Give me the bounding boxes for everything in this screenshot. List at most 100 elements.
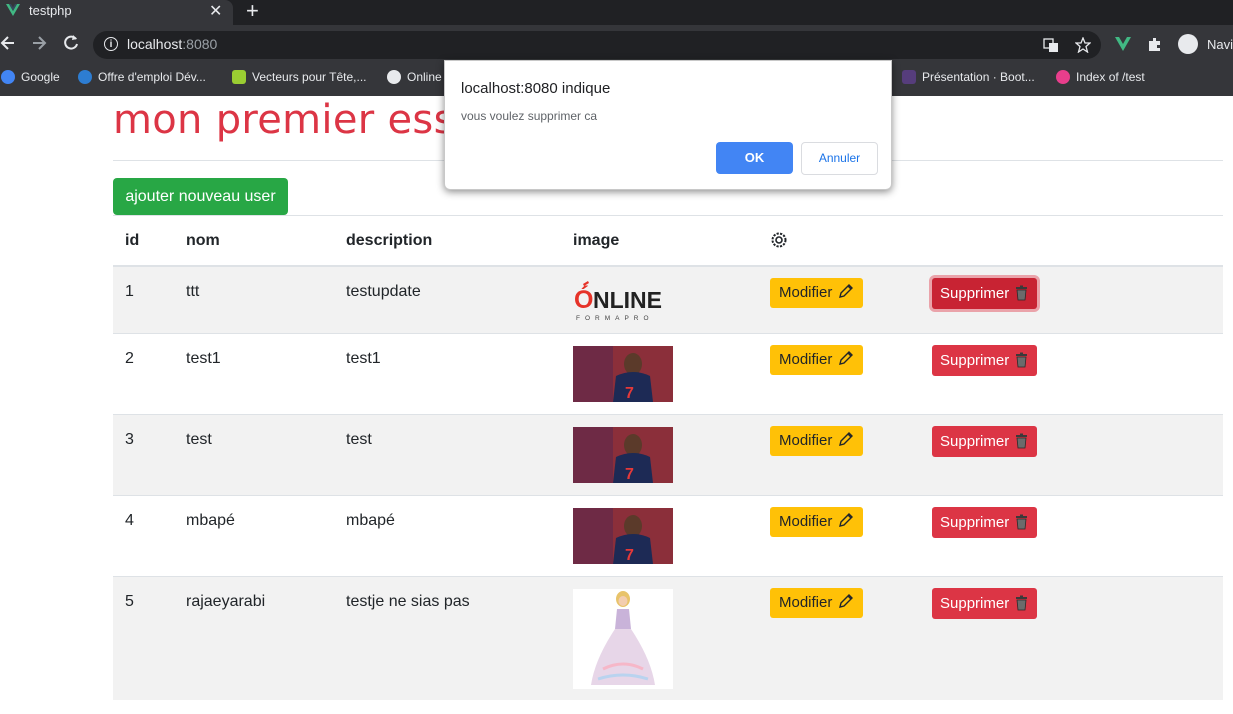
svg-text:7: 7 [625, 547, 634, 564]
dialog-title: localhost:8080 indique [461, 80, 611, 97]
trash-icon [1016, 514, 1028, 529]
delete-button[interactable]: Supprimer [932, 344, 1037, 376]
reload-icon[interactable] [61, 33, 81, 53]
cell-modify: Modifier [758, 265, 920, 333]
incognito-icon[interactable] [1178, 34, 1198, 54]
bookmark-bootstrap[interactable]: Présentation · Boot... [902, 70, 1035, 88]
football-player-photo: 7 [573, 507, 673, 564]
close-tab-icon[interactable]: ✕ [209, 1, 222, 21]
cell-description: testje ne sias pas [334, 575, 561, 700]
profile-label[interactable]: Navig [1207, 37, 1233, 52]
online-formapro-logo: Ó NLINE FORMAPRO [574, 281, 662, 322]
page-title: mon premier essai [113, 97, 491, 143]
svg-text:7: 7 [625, 466, 634, 483]
modify-button[interactable]: Modifier [770, 425, 863, 456]
modify-button[interactable]: Modifier [770, 587, 863, 618]
svg-text:FORMAPRO: FORMAPRO [576, 315, 654, 321]
trash-icon [1016, 285, 1028, 301]
globe-icon [387, 70, 401, 84]
cell-id: 5 [113, 575, 174, 700]
tab-testphp[interactable]: testphp ✕ [0, 0, 233, 25]
column-header-nom: nom [174, 215, 334, 267]
cell-id: 2 [113, 332, 174, 414]
vue-icon [6, 4, 20, 16]
modify-button[interactable]: Modifier [770, 278, 863, 308]
confirm-dialog: localhost:8080 indique vous voulez suppr… [444, 60, 892, 190]
ie-icon [78, 70, 92, 84]
cell-nom: ttt [174, 265, 334, 333]
table-row: 2 test1 test1 7 Modifier Supprimer [113, 332, 1223, 414]
pencil-icon [839, 350, 854, 365]
doll-photo [573, 588, 673, 689]
cell-nom: test [174, 413, 334, 495]
football-player-photo: 7 [573, 345, 673, 402]
cell-delete: Supprimer [920, 413, 1223, 495]
dialog-message: vous voulez supprimer ca [461, 109, 598, 123]
dialog-ok-button[interactable]: OK [716, 142, 793, 174]
bookmark-index-test[interactable]: Index of /test [1056, 70, 1145, 88]
cell-description: test1 [334, 332, 561, 414]
google-icon [1, 70, 15, 84]
bootstrap-icon [902, 70, 916, 84]
table-row: 3 test test 7 Modifier Supprimer [113, 413, 1223, 495]
add-user-button[interactable]: ajouter nouveau user [113, 178, 288, 215]
bookmark-offre-emploi[interactable]: Offre d'emploi Dév... [78, 70, 206, 88]
new-tab-icon[interactable]: + [246, 0, 259, 24]
cell-description: testupdate [334, 265, 561, 333]
star-icon[interactable] [1075, 37, 1091, 53]
bookmark-vecteurs[interactable]: Vecteurs pour Tête,... [232, 70, 367, 88]
bookmark-online[interactable]: Online [387, 70, 442, 88]
cell-delete: Supprimer [920, 265, 1223, 333]
translate-icon[interactable] [1043, 37, 1059, 53]
svg-text:7: 7 [625, 385, 634, 402]
gear-icon [771, 232, 787, 248]
delete-button[interactable]: Supprimer [932, 425, 1037, 457]
delete-button[interactable]: Supprimer [932, 506, 1037, 538]
cell-image [561, 575, 758, 700]
vue-devtools-icon[interactable] [1115, 37, 1131, 51]
back-icon[interactable] [0, 33, 18, 53]
cell-modify: Modifier [758, 332, 920, 414]
table-header: id nom description image [113, 215, 1223, 267]
cell-modify: Modifier [758, 494, 920, 576]
dialog-cancel-button[interactable]: Annuler [801, 142, 878, 175]
bookmark-google[interactable]: Google [1, 70, 60, 88]
cell-modify: Modifier [758, 413, 920, 495]
cell-description: mbapé [334, 494, 561, 576]
pencil-icon [839, 593, 854, 608]
cell-nom: test1 [174, 332, 334, 414]
modify-button[interactable]: Modifier [770, 506, 863, 537]
pencil-icon [839, 431, 854, 446]
vector-icon [232, 70, 246, 84]
column-header-settings [758, 215, 920, 267]
address-bar[interactable]: i localhost:8080 [93, 31, 1101, 59]
column-header-description: description [334, 215, 561, 267]
cell-description: test [334, 413, 561, 495]
pencil-icon [839, 284, 854, 298]
wamp-icon [1056, 70, 1070, 84]
delete-button[interactable]: Supprimer [932, 278, 1037, 309]
tab-title: testphp [29, 3, 72, 18]
url-text: localhost:8080 [127, 36, 218, 52]
cell-image: 7 [561, 332, 758, 414]
trash-icon [1016, 352, 1028, 367]
forward-icon[interactable] [29, 33, 49, 53]
cell-delete: Supprimer [920, 494, 1223, 576]
cell-image: 7 [561, 494, 758, 576]
cell-id: 1 [113, 265, 174, 333]
football-player-photo: 7 [573, 426, 673, 483]
delete-button[interactable]: Supprimer [932, 587, 1037, 619]
cell-image: Ó NLINE FORMAPRO [561, 265, 758, 333]
cell-nom: rajaeyarabi [174, 575, 334, 700]
trash-icon [1016, 595, 1028, 610]
tab-strip: testphp ✕ + [0, 0, 1233, 25]
extensions-icon[interactable] [1147, 36, 1163, 52]
modify-button[interactable]: Modifier [770, 344, 863, 375]
info-icon[interactable]: i [104, 37, 118, 51]
browser-toolbar: i localhost:8080 Navig [0, 25, 1233, 64]
svg-text:Ó: Ó [574, 284, 593, 314]
table-row: 5 rajaeyarabi testje ne sias pas Modifie… [113, 575, 1223, 700]
table-row: 4 mbapé mbapé 7 Modifier Supprimer [113, 494, 1223, 576]
cell-id: 3 [113, 413, 174, 495]
table-row: 1 ttt testupdate Ó NLINE FORMAPRO Modifi… [113, 265, 1223, 333]
